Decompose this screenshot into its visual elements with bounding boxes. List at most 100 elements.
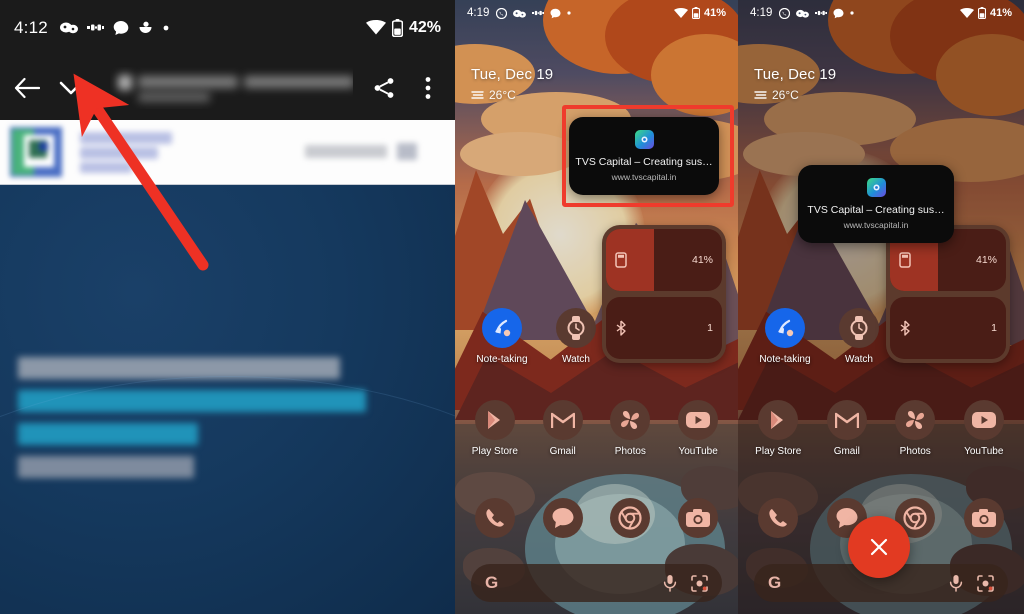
app-icon-play-store[interactable]: Play Store — [461, 400, 529, 457]
date-weather-widget[interactable]: Tue, Dec 19 26°C — [471, 66, 553, 102]
google-search-bar[interactable]: G — [471, 564, 722, 602]
battery-percent: 41% — [989, 7, 1012, 19]
messaging-icon — [833, 8, 844, 18]
fitness-icon — [532, 10, 545, 16]
wifi-icon — [959, 8, 974, 18]
browser-toolbar — [0, 55, 455, 120]
banner-action[interactable] — [305, 141, 435, 163]
app-icon-note-taking[interactable]: Note-taking — [748, 308, 822, 365]
play-store-icon — [758, 400, 799, 440]
microphone-icon[interactable] — [663, 574, 677, 592]
dock-icon-phone[interactable]: Phone — [461, 498, 529, 555]
app-icon-youtube[interactable]: YouTube — [950, 400, 1019, 457]
status-bar: 4:12 42% — [0, 0, 455, 55]
bluetooth-tile[interactable]: 1 — [890, 297, 1006, 359]
phone-icon — [758, 498, 799, 538]
youtube-icon — [963, 400, 1004, 440]
date-text: Tue, Dec 19 — [471, 66, 554, 83]
share-icon[interactable] — [371, 75, 397, 101]
app-label: Photos — [614, 446, 646, 457]
messaging-icon — [113, 20, 129, 35]
app-label: Gmail — [833, 446, 860, 457]
app-icon-play-store[interactable]: Play Store — [744, 400, 813, 457]
dock-icon-chrome[interactable]: Chrome — [597, 498, 665, 555]
shortcut-widget-dragged[interactable]: TVS Capital – Creating sus… www.tvscapit… — [798, 165, 954, 243]
dock: Phone Messages Chrome Camera — [461, 498, 732, 555]
battery-tile-value: 41% — [691, 254, 713, 266]
app-icon-gmail[interactable]: Gmail — [529, 400, 597, 457]
dock-icon-camera[interactable]: Camera — [664, 498, 732, 555]
status-right-cluster: 41% — [673, 7, 726, 19]
status-time: 4:19 — [467, 7, 490, 19]
app-icon-youtube[interactable]: YouTube — [664, 400, 732, 457]
bluetooth-tile[interactable]: 1 — [606, 297, 722, 359]
home-panel-dragging: 4:19 41% Tue, Dec 19 26°C TVS Capital – … — [738, 0, 1024, 614]
temperature-text: 26°C — [772, 88, 799, 102]
coffee-icon — [139, 21, 152, 33]
app-label: Watch — [845, 354, 873, 365]
app-row-2: Play Store Gmail Photos YouTube — [744, 400, 1018, 457]
page-hero-heading — [18, 357, 366, 489]
weather-row: 26°C — [471, 88, 553, 102]
app-label: YouTube — [964, 446, 1004, 457]
overflow-menu-icon[interactable] — [415, 75, 441, 101]
back-arrow-icon[interactable] — [14, 75, 40, 101]
app-install-banner[interactable] — [0, 120, 455, 185]
photos-icon — [895, 400, 936, 440]
status-time: 4:12 — [14, 17, 48, 37]
google-lens-icon[interactable] — [977, 574, 994, 592]
app-icon-watch[interactable]: Watch — [822, 308, 896, 365]
app-icon-photos[interactable]: Photos — [597, 400, 665, 457]
fitness-icon — [815, 10, 828, 16]
watch-icon — [839, 308, 879, 348]
google-lens-icon[interactable] — [691, 574, 708, 592]
status-right-cluster: 42% — [365, 18, 441, 37]
discord-icon — [59, 22, 78, 34]
hero-line-3 — [18, 423, 198, 445]
discord-icon — [513, 9, 527, 18]
wifi-icon — [365, 20, 386, 35]
app-icon-photos[interactable]: Photos — [881, 400, 950, 457]
app-icon-note-taking[interactable]: Note-taking — [465, 308, 539, 365]
discord-icon — [796, 9, 810, 18]
app-row-1: Note-taking Watch — [748, 308, 896, 365]
date-weather-widget[interactable]: Tue, Dec 19 26°C — [754, 66, 836, 102]
bluetooth-tile-icon — [900, 320, 910, 336]
gmail-icon — [542, 400, 583, 440]
gmail-icon — [826, 400, 867, 440]
status-right-cluster: 41% — [959, 7, 1012, 19]
battery-icon — [391, 18, 403, 37]
keep-notes-icon — [765, 308, 805, 348]
more-dot-icon — [163, 25, 169, 30]
address-bar[interactable] — [110, 67, 353, 109]
phone-icon — [474, 498, 515, 538]
status-bar: 4:19 41% — [455, 0, 738, 26]
dock-icon-messages[interactable]: Messages — [529, 498, 597, 555]
widget-stack[interactable]: 41% 1 — [886, 225, 1010, 363]
hero-line-2 — [18, 390, 366, 412]
microphone-icon[interactable] — [949, 574, 963, 592]
battery-tile-fill — [606, 229, 654, 291]
play-store-icon — [474, 400, 515, 440]
messages-icon — [542, 498, 583, 538]
app-label: Note-taking — [476, 354, 528, 365]
app-label: Note-taking — [759, 354, 811, 365]
battery-icon — [691, 7, 700, 19]
dock-icon-phone[interactable]: Phone — [744, 498, 813, 555]
chevron-down-icon[interactable] — [58, 75, 84, 101]
chrome-shortcut-icon — [866, 178, 886, 197]
keep-notes-icon — [482, 308, 522, 348]
status-notification-icons — [496, 7, 571, 19]
battery-percent: 42% — [408, 18, 441, 36]
dock-icon-camera[interactable]: Camera — [950, 498, 1019, 555]
bluetooth-tile-icon — [616, 320, 626, 336]
wifi-icon — [673, 8, 688, 18]
bluetooth-tile-value: 1 — [991, 322, 997, 334]
screenshot-stage: 4:12 42% 4:19 41% Tue, Dec 19 26°C TVS C… — [0, 0, 1024, 614]
hero-line-1 — [18, 357, 340, 379]
app-thumbnail-icon — [10, 125, 68, 180]
app-icon-gmail[interactable]: Gmail — [813, 400, 882, 457]
remove-widget-button[interactable] — [848, 516, 910, 578]
battery-tile[interactable]: 41% — [606, 229, 722, 291]
widget-stack[interactable]: 41% 1 — [602, 225, 726, 363]
